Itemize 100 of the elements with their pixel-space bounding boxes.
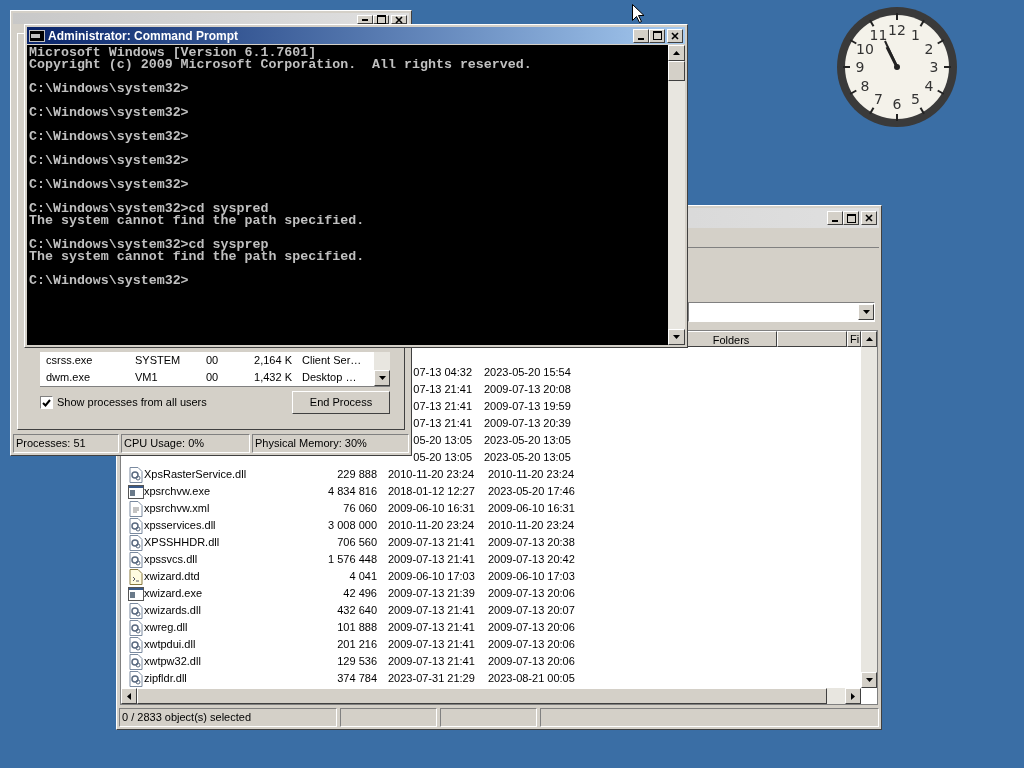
- modified-date: 2010-11-20 23:24: [488, 518, 576, 533]
- modified-date: 2009-06-10 17:03: [488, 569, 576, 584]
- status-pane: Physical Memory: 30%: [252, 434, 409, 453]
- minimize-button[interactable]: [827, 211, 843, 225]
- vertical-scrollbar[interactable]: [668, 45, 685, 345]
- file-size: 129 536: [336, 654, 377, 669]
- process-name[interactable]: csrss.exe: [46, 352, 135, 369]
- created-date: 2010-11-20 23:24: [388, 518, 476, 533]
- scroll-right-button[interactable]: [845, 688, 861, 704]
- created-date: 2009-07-13 21:41: [388, 620, 476, 635]
- file-name[interactable]: xwtpdui.dll: [144, 636, 324, 653]
- file-size: 42 496: [342, 586, 377, 601]
- file-name[interactable]: XPSSHHDR.dll: [144, 534, 324, 551]
- address-combo[interactable]: [688, 302, 875, 322]
- document-icon: [129, 500, 143, 517]
- dropdown-button[interactable]: [858, 304, 874, 320]
- maximize-button[interactable]: [649, 28, 665, 43]
- created-date: 2009-07-13 21:41: [388, 637, 476, 652]
- file-size: 4 834 816: [327, 484, 377, 499]
- modified-date: 2009-07-13 20:39: [484, 416, 572, 431]
- file-name[interactable]: xwizards.dll: [144, 602, 324, 619]
- maximize-button[interactable]: [843, 211, 859, 225]
- close-icon: [671, 31, 679, 40]
- created-date: 2009-07-13 21:41: [388, 552, 476, 567]
- user-name: SYSTEM: [135, 353, 182, 368]
- console-line: C:\Windows\system32>: [29, 179, 190, 191]
- modified-date: 2009-07-13 20:08: [484, 382, 572, 397]
- gear-file-icon: [129, 466, 143, 483]
- file-name[interactable]: xpsservices.dll: [144, 517, 324, 534]
- scroll-left-button[interactable]: [121, 688, 137, 704]
- file-name[interactable]: xwizard.dtd: [144, 568, 324, 585]
- process-description: Client Ser…: [302, 353, 362, 368]
- minimize-button[interactable]: [357, 15, 373, 24]
- check-icon: [42, 398, 51, 407]
- maximize-icon: [376, 15, 386, 24]
- window-title: Administrator: Command Prompt: [48, 27, 239, 45]
- file-name[interactable]: XpsRasterService.dll: [144, 466, 324, 483]
- gear-file-icon: [129, 670, 143, 687]
- minimize-button[interactable]: [633, 28, 649, 43]
- created-date: 2009-06-10 16:31: [388, 501, 476, 516]
- vertical-scrollbar[interactable]: [861, 331, 877, 688]
- clock-drawing: 11 12 1 10 2 9 3 8 4 7 6 5: [835, 5, 959, 129]
- file-name[interactable]: xwizard.exe: [144, 585, 324, 602]
- file-name[interactable]: xpsrchvw.xml: [144, 500, 324, 517]
- close-icon: [865, 214, 873, 222]
- console-line: C:\Windows\system32>cd sysprep: [29, 239, 269, 251]
- created-date: 07-13 21:41: [413, 382, 472, 397]
- vertical-scrollbar[interactable]: [374, 352, 390, 386]
- window-icon: [128, 484, 144, 499]
- column-header[interactable]: Fi: [847, 331, 861, 347]
- file-name[interactable]: zipfldr.dll: [144, 670, 324, 687]
- close-button[interactable]: [667, 28, 683, 43]
- file-name[interactable]: xwreg.dll: [144, 619, 324, 636]
- close-icon: [395, 15, 403, 24]
- right-arrow-icon: [851, 692, 855, 700]
- column-header[interactable]: [777, 331, 847, 347]
- end-process-button[interactable]: End Process: [292, 391, 390, 414]
- scroll-up-button[interactable]: [861, 331, 877, 347]
- created-date: 2009-07-13 21:39: [388, 586, 476, 601]
- file-name[interactable]: xwtpw32.dll: [144, 653, 324, 670]
- modified-date: 2023-05-20 13:05: [484, 450, 572, 465]
- created-date: 2009-07-13 21:41: [388, 603, 476, 618]
- modified-date: 2009-07-13 20:06: [488, 620, 576, 635]
- modified-date: 2009-07-13 20:38: [488, 535, 576, 550]
- gear-file-icon: [129, 636, 143, 653]
- status-pane: 0 / 2833 object(s) selected: [119, 708, 337, 727]
- scroll-thumb[interactable]: [668, 61, 685, 81]
- file-name[interactable]: xpsrchvw.exe: [144, 483, 324, 500]
- checkbox-label: Show processes from all users: [57, 395, 207, 410]
- scroll-down-button[interactable]: [861, 672, 877, 688]
- window-icon: [128, 586, 144, 601]
- checkbox[interactable]: [40, 396, 53, 409]
- modified-date: 2009-07-13 19:59: [484, 399, 572, 414]
- down-arrow-icon: [865, 678, 873, 682]
- modified-date: 2009-07-13 20:06: [488, 637, 576, 652]
- modified-date: 2009-07-13 20:06: [488, 654, 576, 669]
- scroll-up-button[interactable]: [668, 45, 685, 61]
- scroll-down-button[interactable]: [668, 329, 685, 345]
- created-date: 2018-01-12 12:27: [388, 484, 476, 499]
- modified-date: 2023-08-21 00:05: [488, 671, 576, 686]
- close-button[interactable]: [861, 211, 877, 225]
- created-date: 07-13 21:41: [413, 399, 472, 414]
- created-date: 2009-06-10 17:03: [388, 569, 476, 584]
- file-size: 201 216: [336, 637, 377, 652]
- console-icon: [29, 29, 45, 42]
- console-line: C:\Windows\system32>: [29, 83, 190, 95]
- modified-date: 2023-05-20 13:05: [484, 433, 572, 448]
- created-date: 2009-07-13 21:41: [388, 654, 476, 669]
- file-size: 706 560: [336, 535, 377, 550]
- console-line: C:\Windows\system32>: [29, 275, 190, 287]
- gear-file-icon: [129, 551, 143, 568]
- gear-file-icon: [129, 619, 143, 636]
- file-name[interactable]: xpssvcs.dll: [144, 551, 324, 568]
- gear-file-icon: [129, 602, 143, 619]
- process-name[interactable]: dwm.exe: [46, 369, 135, 386]
- scroll-down-button[interactable]: [374, 370, 390, 386]
- up-arrow-icon: [673, 51, 680, 55]
- gear-file-icon: [129, 653, 143, 670]
- console-line: C:\Windows\system32>: [29, 155, 190, 167]
- file-size: 3 008 000: [327, 518, 377, 533]
